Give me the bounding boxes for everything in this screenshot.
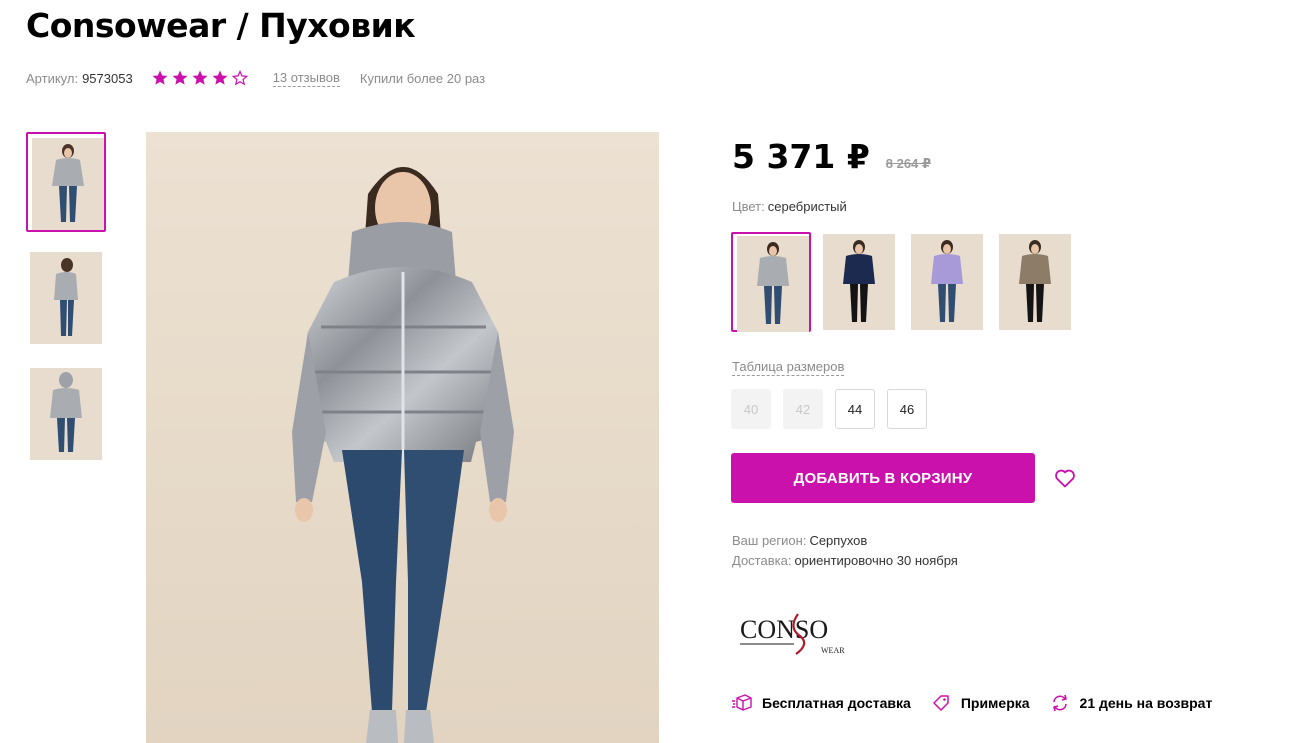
delivery-line: Доставка: ориентировочно 30 ноября: [732, 553, 958, 568]
bought-count: Купили более 20 раз: [359, 70, 486, 86]
thumbnail-image: [30, 252, 102, 344]
thumbnail-image: [32, 138, 104, 230]
brand-logo-sub: WEAR: [821, 646, 845, 655]
star-empty-icon: [231, 69, 248, 86]
thumbnail-image: [30, 368, 102, 460]
star-filled-icon: [212, 70, 228, 85]
color-swatch-lilac[interactable]: [907, 232, 987, 332]
feature-return: 21 день на возврат: [1050, 694, 1213, 712]
sku-label: Артикул:: [26, 70, 79, 86]
region-line: Ваш регион: Серпухов: [732, 533, 867, 548]
size-option-46[interactable]: 46: [887, 389, 927, 429]
current-price: 5 371 ₽: [732, 137, 870, 176]
star-filled-icon: [152, 70, 168, 85]
brand-logo[interactable]: CONSO WEAR: [738, 608, 848, 658]
add-to-cart-button[interactable]: ДОБАВИТЬ В КОРЗИНУ: [731, 453, 1035, 503]
delivery-value: ориентировочно 30 ноября: [794, 553, 958, 568]
product-meta: Артикул: 9573053 13 отзывов Купили более…: [26, 69, 485, 87]
region-value[interactable]: Серпухов: [809, 533, 867, 548]
heart-icon[interactable]: [1053, 466, 1077, 490]
size-table-link[interactable]: Таблица размеров: [732, 358, 845, 376]
thumbnail-side[interactable]: [26, 248, 106, 348]
star-filled-icon: [172, 70, 188, 85]
color-swatch-bronze[interactable]: [995, 232, 1075, 332]
features-bar: Бесплатная доставка Примерка 21 день на …: [732, 694, 1232, 712]
swatch-image: [737, 236, 809, 332]
sku-value: 9573053: [82, 70, 133, 86]
color-line: Цвет: серебристый: [732, 199, 847, 214]
rating-stars: [151, 69, 249, 87]
color-label: Цвет:: [732, 199, 765, 214]
return-icon: [1052, 694, 1067, 712]
feature-fitting: Примерка: [931, 694, 1030, 712]
size-option-42[interactable]: 42: [783, 389, 823, 429]
box-icon: [732, 694, 752, 711]
color-swatch-navy[interactable]: [819, 232, 899, 332]
star-filled-icon: [192, 70, 208, 85]
region-label: Ваш регион:: [732, 533, 807, 548]
color-swatch-silver[interactable]: [731, 232, 811, 332]
swatch-image: [999, 234, 1071, 330]
main-product-photo[interactable]: [146, 132, 659, 743]
feature-label: Бесплатная доставка: [762, 695, 911, 711]
feature-label: Примерка: [960, 695, 1030, 711]
product-title: Consowear / Пуховик: [26, 6, 416, 45]
feature-label: 21 день на возврат: [1079, 695, 1213, 711]
price-block: 5 371 ₽ 8 264 ₽: [732, 137, 931, 176]
color-value: серебристый: [767, 199, 847, 214]
thumbnail-back[interactable]: [26, 364, 106, 464]
delivery-label: Доставка:: [732, 553, 792, 568]
reviews-link[interactable]: 13 отзывов: [272, 70, 340, 87]
size-option-40[interactable]: 40: [731, 389, 771, 429]
brand-logo-text: CONSO: [740, 615, 828, 644]
tag-icon: [933, 695, 949, 711]
size-option-44[interactable]: 44: [835, 389, 875, 429]
thumbnail-front[interactable]: [26, 132, 106, 232]
old-price: 8 264 ₽: [885, 156, 931, 171]
feature-free-delivery: Бесплатная доставка: [732, 694, 911, 712]
swatch-image: [823, 234, 895, 330]
swatch-image: [911, 234, 983, 330]
